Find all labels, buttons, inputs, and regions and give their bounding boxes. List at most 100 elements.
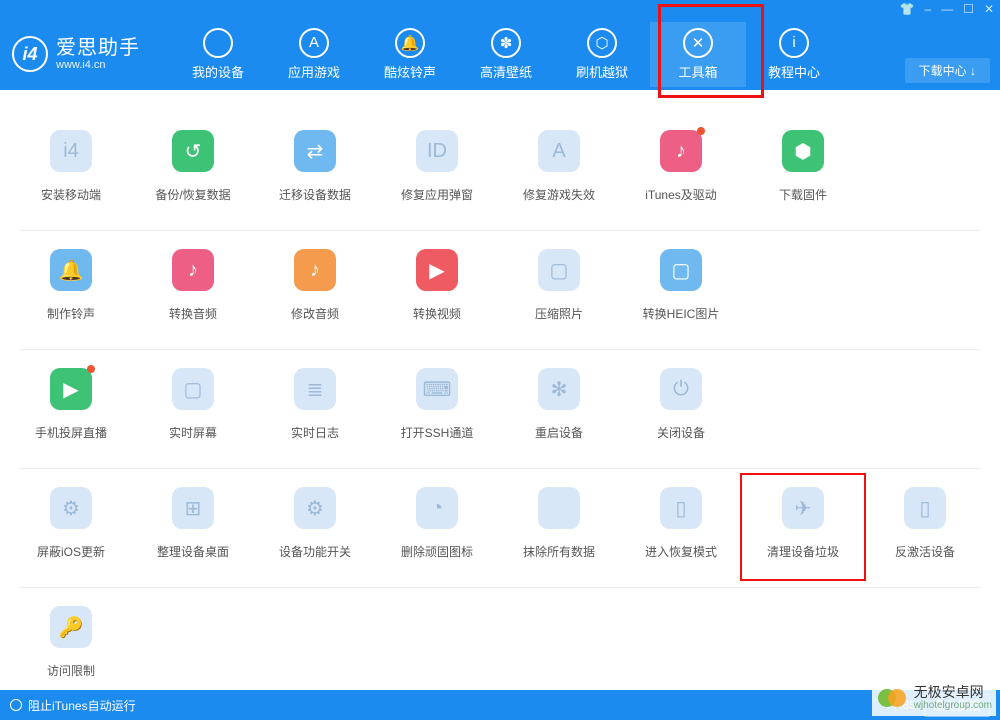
nav-我的设备[interactable]: 我的设备	[170, 22, 266, 87]
tool-icon: ▯	[904, 487, 946, 529]
tool-转换视频[interactable]: ▶转换视频	[376, 239, 498, 349]
tool-icon: ⏻	[660, 368, 702, 410]
tool-grid-area: i4 安装移动端 ↺备份/恢复数据 ⇄ 迁移设备数据 ID 修复应用弹窗 A 修复游戏失效 ♪ iT…	[0, 90, 1000, 690]
tool-label: 设备功能开关	[279, 543, 351, 560]
skin-icon[interactable]: 👕	[900, 2, 915, 16]
tool-制作铃声[interactable]: 🔔制作铃声	[10, 239, 132, 349]
nav-工具箱[interactable]: ✕工具箱	[650, 22, 746, 87]
nav-教程中心[interactable]: i 教程中心	[746, 22, 842, 87]
tool-修复应用弹窗[interactable]: ID 修复应用弹窗	[376, 120, 498, 230]
tool-icon: ♪	[294, 249, 336, 291]
tool-icon: 🔔	[50, 249, 92, 291]
tool-label: 删除顽固图标	[401, 543, 473, 560]
nav-label: 我的设备	[192, 62, 244, 81]
tool-设备功能开关[interactable]: ⚙ 设备功能开关	[254, 477, 376, 587]
tool-label: 安装移动端	[41, 186, 101, 203]
tool-icon: ▶	[416, 249, 458, 291]
tool-label: 清理设备垃圾	[767, 543, 839, 560]
tool-打开SSH通道[interactable]: ⌨打开SSH通道	[376, 358, 498, 468]
nav-icon	[203, 28, 233, 58]
nav-label: 刷机越狱	[576, 62, 628, 81]
nav-icon: 🔔	[395, 28, 425, 58]
tool-修复游戏失效[interactable]: A 修复游戏失效	[498, 120, 620, 230]
main-nav: 我的设备 A应用游戏 🔔 酷炫铃声 ✽高清壁纸 ⬡ 刷机越狱 ✕工具箱 i 教程中心	[170, 22, 842, 87]
close-button[interactable]: ✕	[984, 2, 994, 16]
menu-icon[interactable]: –	[924, 2, 931, 16]
tool-icon: A	[538, 130, 580, 172]
tool-反激活设备[interactable]: ▯反激活设备	[864, 477, 986, 587]
watermark-name: 无极安卓网	[914, 685, 992, 700]
tool-label: 压缩照片	[535, 305, 583, 322]
block-itunes-label[interactable]: 阻止iTunes自动运行	[28, 697, 136, 714]
tool-迁移设备数据[interactable]: ⇄ 迁移设备数据	[254, 120, 376, 230]
minimize-button[interactable]: —	[941, 2, 953, 16]
tool-icon: ▢	[172, 368, 214, 410]
notification-dot-icon	[87, 365, 95, 373]
tool-手机投屏直播[interactable]: ▶手机投屏直播	[10, 358, 132, 468]
tool-icon: ♪	[172, 249, 214, 291]
nav-icon: i	[779, 28, 809, 58]
nav-icon: ⬡	[587, 28, 617, 58]
tool-label: 转换HEIC图片	[643, 305, 720, 322]
status-bar: 阻止iTunes自动运行 V7.85 意见反馈	[0, 690, 1000, 720]
tool-icon	[538, 487, 580, 529]
maximize-button[interactable]: ☐	[963, 2, 974, 16]
tool-icon: ⇄	[294, 130, 336, 172]
logo-badge-icon: i4	[12, 36, 48, 72]
tool-安装移动端[interactable]: i4 安装移动端	[10, 120, 132, 230]
tool-label: 关闭设备	[657, 424, 705, 441]
tool-label: 迁移设备数据	[279, 186, 351, 203]
notification-dot-icon	[697, 127, 705, 135]
tool-备份/恢复数据[interactable]: ↺备份/恢复数据	[132, 120, 254, 230]
tool-label: 进入恢复模式	[645, 543, 717, 560]
tool-进入恢复模式[interactable]: ▯进入恢复模式	[620, 477, 742, 587]
tool-icon: ◔	[416, 487, 458, 529]
tool-转换HEIC图片[interactable]: ▢转换HEIC图片	[620, 239, 742, 349]
nav-label: 教程中心	[768, 62, 820, 81]
tool-icon: ID	[416, 130, 458, 172]
tool-屏蔽iOS更新[interactable]: ⚙屏蔽iOS更新	[10, 477, 132, 587]
app-name: 爱思助手	[56, 37, 140, 59]
tool-label: iTunes及驱动	[645, 186, 717, 203]
radio-icon[interactable]	[10, 699, 22, 711]
tool-重启设备[interactable]: ✻重启设备	[498, 358, 620, 468]
nav-label: 高清壁纸	[480, 62, 532, 81]
tool-label: 下载固件	[779, 186, 827, 203]
tool-label: 修复应用弹窗	[401, 186, 473, 203]
tool-icon: ⌨	[416, 368, 458, 410]
tool-实时日志[interactable]: ≣实时日志	[254, 358, 376, 468]
tool-icon: i4	[50, 130, 92, 172]
nav-label: 工具箱	[678, 62, 717, 81]
tool-实时屏幕[interactable]: ▢实时屏幕	[132, 358, 254, 468]
tool-icon: ⬢	[782, 130, 824, 172]
tool-label: 转换音频	[169, 305, 217, 322]
tool-label: 修复游戏失效	[523, 186, 595, 203]
tool-label: 备份/恢复数据	[155, 186, 230, 203]
nav-label: 酷炫铃声	[384, 62, 436, 81]
nav-酷炫铃声[interactable]: 🔔 酷炫铃声	[362, 22, 458, 87]
tool-访问限制[interactable]: 🔑访问限制	[10, 596, 132, 690]
tool-清理设备垃圾[interactable]: ✈ 清理设备垃圾	[742, 477, 864, 587]
nav-刷机越狱[interactable]: ⬡ 刷机越狱	[554, 22, 650, 87]
tool-下载固件[interactable]: ⬢ 下载固件	[742, 120, 864, 230]
nav-应用游戏[interactable]: A应用游戏	[266, 22, 362, 87]
tool-整理设备桌面[interactable]: ⊞整理设备桌面	[132, 477, 254, 587]
nav-高清壁纸[interactable]: ✽高清壁纸	[458, 22, 554, 87]
download-center-button[interactable]: 下载中心 ↓	[905, 58, 990, 83]
app-url: www.i4.cn	[56, 59, 140, 71]
tool-label: 手机投屏直播	[35, 424, 107, 441]
tool-icon: ✈	[782, 487, 824, 529]
tool-label: 抹除所有数据	[523, 543, 595, 560]
tool-转换音频[interactable]: ♪ 转换音频	[132, 239, 254, 349]
tool-icon: 🔑	[50, 606, 92, 648]
tool-icon: ⚙	[294, 487, 336, 529]
tool-抹除所有数据[interactable]: 抹除所有数据	[498, 477, 620, 587]
tool-iTunes及驱动[interactable]: ♪ iTunes及驱动	[620, 120, 742, 230]
tool-压缩照片[interactable]: ▢压缩照片	[498, 239, 620, 349]
tool-icon: ♪	[660, 130, 702, 172]
watermark-logo-icon	[876, 682, 908, 714]
tool-修改音频[interactable]: ♪修改音频	[254, 239, 376, 349]
tool-label: 实时日志	[291, 424, 339, 441]
tool-删除顽固图标[interactable]: ◔ 删除顽固图标	[376, 477, 498, 587]
tool-关闭设备[interactable]: ⏻ 关闭设备	[620, 358, 742, 468]
